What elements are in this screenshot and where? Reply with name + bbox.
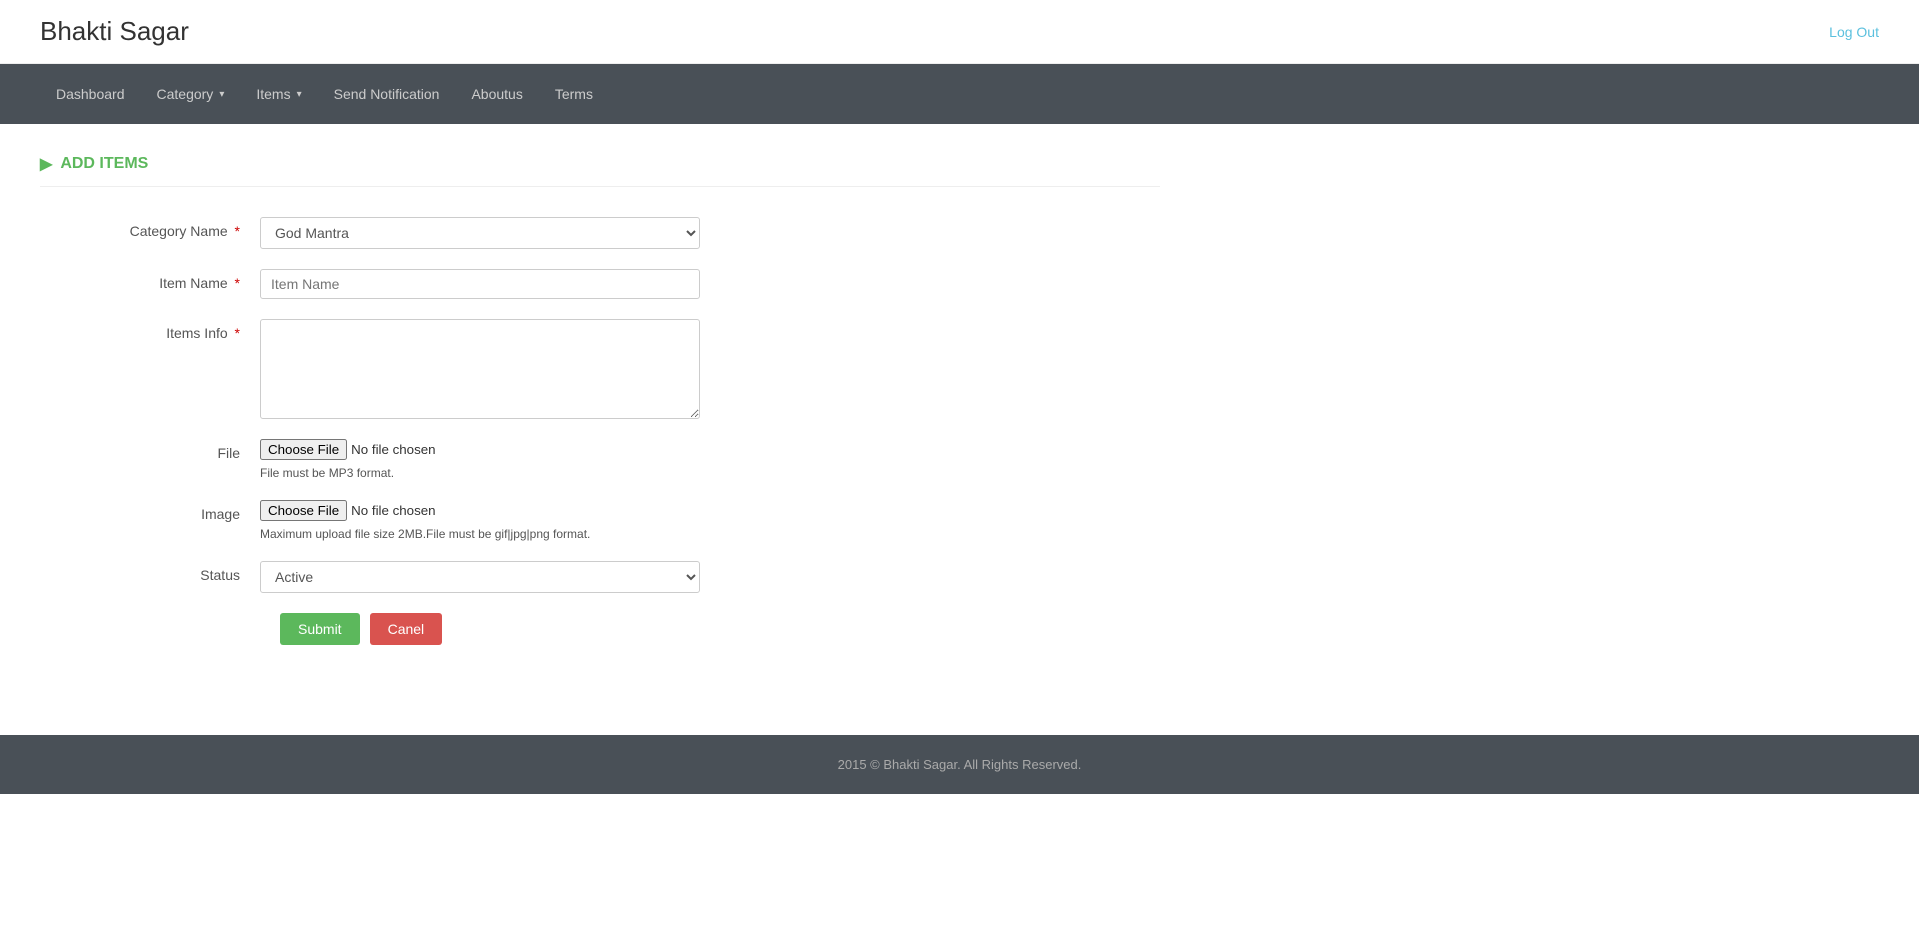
items-info-label: Items Info * <box>100 319 260 341</box>
nav-item-terms[interactable]: Terms <box>539 64 609 124</box>
image-group: Image Maximum upload file size 2MB.File … <box>100 500 1160 541</box>
items-info-group: Items Info * <box>100 319 1160 419</box>
nav-item-category[interactable]: Category ▾ <box>141 64 241 124</box>
file-row <box>260 439 513 460</box>
submit-button[interactable]: Submit <box>280 613 360 645</box>
chevron-down-icon: ▾ <box>297 89 302 100</box>
file-label: File <box>100 439 260 461</box>
file-input[interactable] <box>260 439 513 460</box>
status-select[interactable]: Active Inactive <box>260 561 700 593</box>
footer: 2015 © Bhakti Sagar. All Rights Reserved… <box>0 735 1919 794</box>
page-heading: ▶ ADD ITEMS <box>40 154 1160 187</box>
footer-text: 2015 © Bhakti Sagar. All Rights Reserved… <box>838 757 1082 772</box>
logout-link[interactable]: Log Out <box>1829 24 1879 40</box>
person-icon: ▶ <box>40 154 52 174</box>
form-buttons: Submit Canel <box>280 613 1160 645</box>
brand-title: Bhakti Sagar <box>40 16 189 47</box>
navbar: Dashboard Category ▾ Items ▾ Send Notifi… <box>0 64 1919 124</box>
image-input-group: Maximum upload file size 2MB.File must b… <box>260 500 590 541</box>
nav-item-dashboard[interactable]: Dashboard <box>40 64 141 124</box>
main-content: ▶ ADD ITEMS Category Name * God Mantra B… <box>0 124 1200 675</box>
required-star: * <box>235 275 240 291</box>
image-label: Image <box>100 500 260 522</box>
cancel-button[interactable]: Canel <box>370 613 443 645</box>
image-input[interactable] <box>260 500 513 521</box>
nav-item-aboutus[interactable]: Aboutus <box>455 64 538 124</box>
items-info-textarea[interactable] <box>260 319 700 419</box>
status-label: Status <box>100 561 260 583</box>
file-group: File File must be MP3 format. <box>100 439 1160 480</box>
item-name-group: Item Name * <box>100 269 1160 299</box>
image-hint: Maximum upload file size 2MB.File must b… <box>260 527 590 541</box>
add-items-form: Category Name * God Mantra Bhajan Aarti … <box>100 217 1160 645</box>
nav-item-send-notification[interactable]: Send Notification <box>318 64 456 124</box>
file-input-group: File must be MP3 format. <box>260 439 513 480</box>
item-name-label: Item Name * <box>100 269 260 291</box>
file-hint: File must be MP3 format. <box>260 466 513 480</box>
chevron-down-icon: ▾ <box>219 89 224 100</box>
status-group: Status Active Inactive <box>100 561 1160 593</box>
required-star: * <box>235 223 240 239</box>
item-name-input[interactable] <box>260 269 700 299</box>
nav-item-items[interactable]: Items ▾ <box>240 64 317 124</box>
category-name-select[interactable]: God Mantra Bhajan Aarti Stotra <box>260 217 700 249</box>
required-star: * <box>235 325 240 341</box>
category-name-group: Category Name * God Mantra Bhajan Aarti … <box>100 217 1160 249</box>
category-name-label: Category Name * <box>100 217 260 239</box>
top-header: Bhakti Sagar Log Out <box>0 0 1919 64</box>
image-row <box>260 500 590 521</box>
